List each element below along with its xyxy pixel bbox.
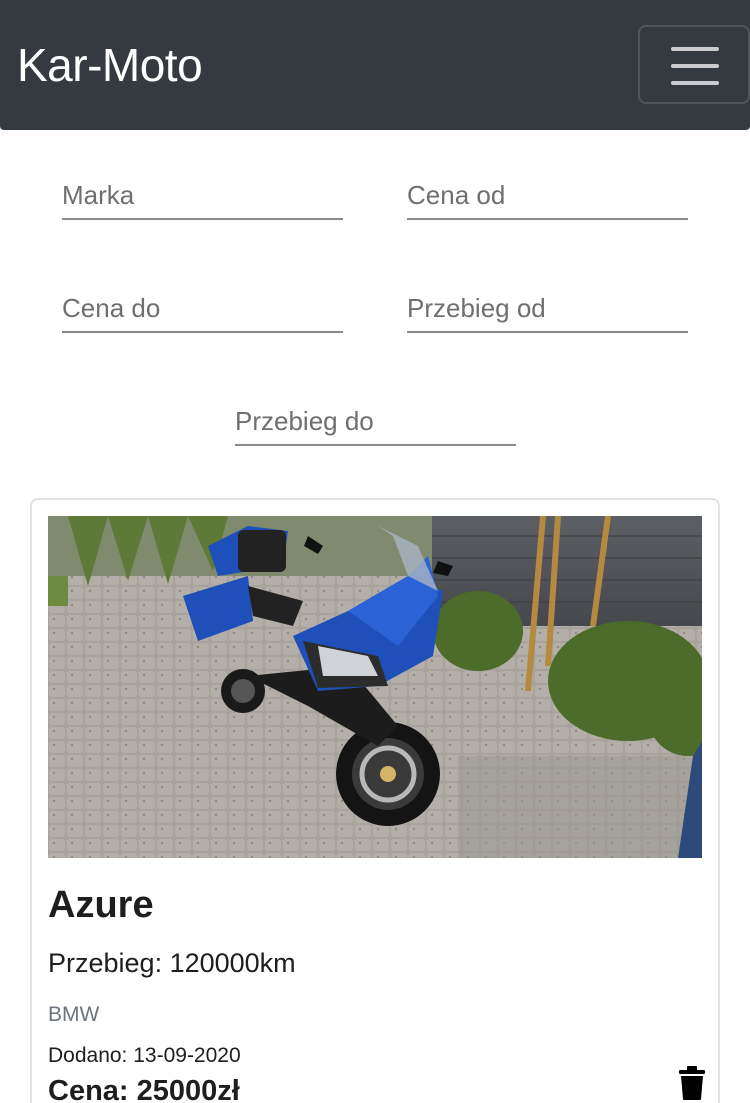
motorcycle-photo[interactable] <box>48 516 702 858</box>
trash-icon[interactable] <box>678 1066 706 1100</box>
listing-price: Cena: 25000zł <box>48 1075 240 1103</box>
przebieg-do-input[interactable] <box>235 396 516 442</box>
listing-card: Azure Przebieg: 120000km BMW Dodano: 13-… <box>30 498 720 1103</box>
cena-do-field <box>62 283 343 333</box>
przebieg-do-field <box>235 396 516 446</box>
cena-od-input[interactable] <box>407 170 688 216</box>
brand-title[interactable]: Kar-Moto <box>17 38 203 92</box>
navbar: Kar-Moto <box>0 0 750 130</box>
listing-title[interactable]: Azure <box>48 884 154 927</box>
marka-input[interactable] <box>62 170 343 216</box>
cena-od-field <box>407 170 688 220</box>
listing-added-date: Dodano: 13-09-2020 <box>48 1044 241 1067</box>
listing-mileage: Przebieg: 120000km <box>48 948 296 978</box>
listing-make: BMW <box>48 1003 100 1026</box>
navbar-toggle-button[interactable] <box>638 25 750 104</box>
cena-do-input[interactable] <box>62 283 343 329</box>
przebieg-od-field <box>407 283 688 333</box>
przebieg-od-input[interactable] <box>407 283 688 329</box>
marka-field <box>62 170 343 220</box>
